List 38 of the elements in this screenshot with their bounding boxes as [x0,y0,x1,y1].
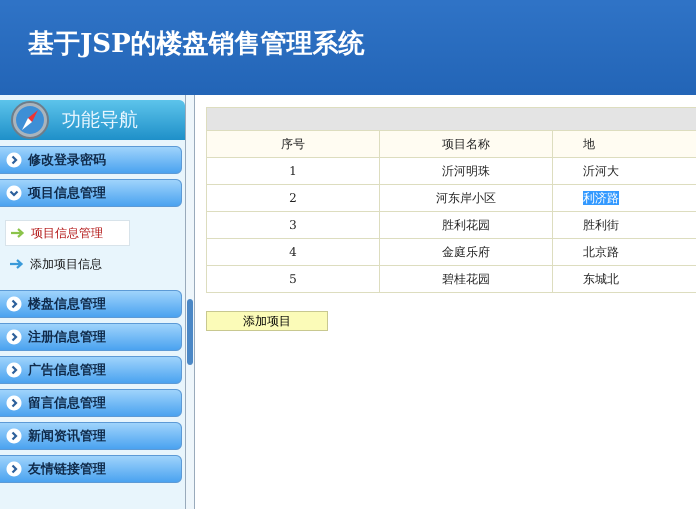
chevron-right-icon [6,395,22,411]
app-title: 基于JSP的楼盘销售管理系统 [28,28,365,61]
add-project-button[interactable]: 添加项目 [206,311,328,331]
submenu-item[interactable]: 项目信息管理 [5,220,130,246]
menu-item[interactable]: 楼盘信息管理 [0,290,182,318]
table-cell: 沂河明珠 [380,158,552,184]
collapse-handle[interactable] [187,299,193,365]
menu-item[interactable]: 广告信息管理 [0,356,182,384]
nav-title: 功能导航 [62,108,138,133]
chevron-right-icon [6,329,22,345]
chevron-right-icon [6,296,22,312]
chevron-down-icon [6,185,22,201]
chevron-right-icon [6,461,22,477]
arrow-icon [10,259,24,269]
arrow-icon [11,228,25,238]
chevron-right-icon [6,362,22,378]
table-cell: 2 [206,184,380,212]
submenu-item[interactable]: 添加项目信息 [5,252,130,276]
chevron-right-icon [6,428,22,444]
compass-icon [10,100,50,140]
table-cell: 3 [206,212,380,238]
table-cell: 金庭乐府 [380,238,552,266]
table-cell: 1 [206,158,380,184]
table-cell: 胜利花园 [380,212,552,238]
menu-item[interactable]: 项目信息管理 [0,179,182,207]
table-cell: 河东岸小区 [380,184,552,212]
table-cell: 5 [206,266,380,292]
table-cell: 4 [206,238,380,266]
chevron-right-icon [6,152,22,168]
table-cell: 碧桂花园 [380,266,552,292]
column-header: 序号 [206,130,380,158]
menu-item[interactable]: 新闻资讯管理 [0,422,182,450]
menu-item[interactable]: 注册信息管理 [0,323,182,351]
menu-item[interactable]: 修改登录密码 [0,146,182,174]
menu-item[interactable]: 留言信息管理 [0,389,182,417]
column-header: 地 [552,130,696,158]
menu-item[interactable]: 友情链接管理 [0,455,182,483]
column-header: 项目名称 [380,130,552,158]
